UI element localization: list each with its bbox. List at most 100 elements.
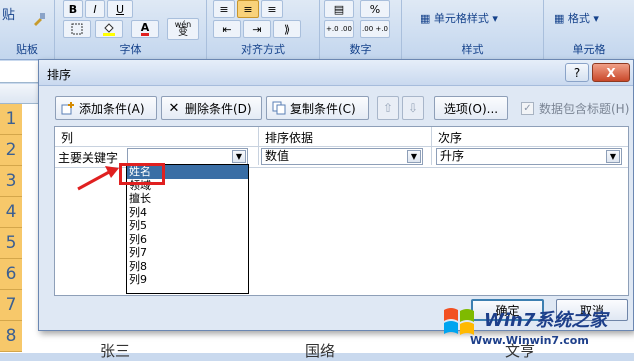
delete-x-icon: ✕ bbox=[168, 100, 180, 116]
add-condition-button[interactable]: 添加条件(A) bbox=[55, 96, 157, 120]
order-select[interactable]: 升序 ▼ bbox=[436, 148, 622, 165]
watermark-url: Www.Winwin7.com bbox=[470, 334, 589, 347]
format-brush-icon[interactable] bbox=[30, 10, 48, 28]
ribbon-group-cells: ▦ 格式 ▾ 单元格 bbox=[544, 0, 634, 60]
italic-button[interactable]: I bbox=[85, 0, 105, 18]
dialog-titlebar[interactable]: 排序 ? X bbox=[39, 60, 633, 86]
order-value: 升序 bbox=[440, 149, 465, 163]
move-up-button[interactable]: ⇧ bbox=[377, 96, 399, 120]
sort-on-select[interactable]: 数值 ▼ bbox=[261, 148, 423, 165]
decrease-decimal-label: .00 +.0 bbox=[362, 25, 388, 33]
chevron-down-icon[interactable]: ▼ bbox=[407, 150, 421, 163]
dropdown-item[interactable]: 列9 bbox=[127, 273, 248, 287]
cell-text[interactable]: 张三 bbox=[100, 340, 130, 361]
format-button[interactable]: ▦ 格式 ▾ bbox=[554, 10, 599, 26]
ribbon-group-clipboard: 贴 贴板 bbox=[0, 0, 55, 60]
cell-style-button[interactable]: ▦ 单元格样式 ▾ bbox=[420, 10, 498, 26]
row-number[interactable]: 6 bbox=[0, 259, 22, 290]
row-number[interactable]: 8 bbox=[0, 321, 22, 352]
header-checkbox-row[interactable]: ✓ 数据包含标题(H) bbox=[521, 100, 629, 117]
grid-divider bbox=[258, 127, 259, 165]
delete-condition-label: 删除条件(D) bbox=[185, 101, 252, 116]
ribbon-group-styles: ▦ 单元格样式 ▾ 样式 bbox=[402, 0, 544, 60]
phonetic-button[interactable]: wén 变 bbox=[167, 18, 199, 40]
row-number[interactable]: 1 bbox=[0, 104, 22, 135]
align-center-icon[interactable]: ≡ bbox=[237, 0, 259, 18]
currency-icon[interactable]: ▤ bbox=[324, 0, 354, 18]
dropdown-item[interactable]: 列8 bbox=[127, 260, 248, 274]
chevron-down-icon[interactable]: ▼ bbox=[232, 150, 246, 163]
add-condition-icon bbox=[60, 100, 76, 116]
cell-text[interactable]: 国络 bbox=[305, 340, 335, 361]
percent-button[interactable]: % bbox=[360, 0, 390, 18]
dropdown-item[interactable]: 列6 bbox=[127, 233, 248, 247]
dialog-title: 排序 bbox=[47, 68, 72, 82]
dropdown-item[interactable]: 列5 bbox=[127, 219, 248, 233]
delete-condition-button[interactable]: ✕ 删除条件(D) bbox=[161, 96, 262, 120]
options-label: 选项(O)... bbox=[443, 101, 499, 116]
decrease-indent-icon[interactable]: ⇤ bbox=[213, 20, 241, 38]
row-headers: 1 2 3 4 5 6 7 8 bbox=[0, 104, 22, 353]
increase-decimal-label: +.0 .00 bbox=[326, 25, 352, 33]
ribbon-group-label: 字体 bbox=[119, 43, 142, 56]
font-color-letter: A bbox=[140, 21, 150, 36]
fill-bucket-icon bbox=[103, 23, 115, 36]
grid-divider bbox=[431, 127, 432, 165]
align-left-icon[interactable]: ≡ bbox=[213, 0, 235, 18]
chevron-down-icon[interactable]: ▼ bbox=[606, 150, 620, 163]
order-header: 次序 bbox=[438, 131, 463, 145]
column-header: 列 bbox=[61, 131, 74, 145]
watermark: Win7系统之家 Www.Winwin7.com bbox=[440, 302, 634, 353]
up-arrow-icon: ⇧ bbox=[382, 101, 394, 115]
sort-on-header: 排序依据 bbox=[265, 131, 314, 145]
fill-color-button[interactable] bbox=[95, 20, 123, 38]
borders-icon bbox=[71, 23, 83, 35]
paste-label[interactable]: 贴 bbox=[2, 4, 15, 23]
row-number[interactable]: 7 bbox=[0, 290, 22, 321]
ribbon-group-label: 对齐方式 bbox=[241, 43, 285, 56]
options-button[interactable]: 选项(O)... bbox=[434, 96, 508, 120]
copy-condition-button[interactable]: 复制条件(C) bbox=[266, 96, 369, 120]
row-number[interactable]: 5 bbox=[0, 228, 22, 259]
header-checkbox[interactable]: ✓ bbox=[521, 102, 534, 115]
orientation-icon[interactable]: ⟫ bbox=[273, 20, 301, 38]
underline-button[interactable]: U bbox=[107, 0, 133, 18]
annotation-arrow-icon bbox=[77, 166, 119, 191]
dropdown-item[interactable]: 列4 bbox=[127, 206, 248, 220]
ribbon-group-label: 单元格 bbox=[572, 43, 606, 56]
down-arrow-icon: ⇩ bbox=[407, 101, 419, 115]
borders-button[interactable] bbox=[63, 20, 91, 38]
help-button[interactable]: ? bbox=[565, 63, 589, 82]
increase-decimal-button[interactable]: +.0 .00 bbox=[324, 20, 354, 38]
cell-style-icon: ▦ bbox=[420, 12, 434, 25]
excel-ribbon: 贴 贴板 B I U A wén 变 字体 ≡ ≡ ≡ ⇤ ⇥ ⟫ 对齐方式 ▤ bbox=[0, 0, 634, 60]
dropdown-item[interactable]: 擅长 bbox=[127, 192, 248, 206]
increase-indent-icon[interactable]: ⇥ bbox=[243, 20, 271, 38]
move-down-button[interactable]: ⇩ bbox=[402, 96, 424, 120]
watermark-brand: Win7系统之家 bbox=[484, 310, 608, 331]
grid-divider bbox=[55, 146, 628, 147]
ribbon-group-font: B I U A wén 变 字体 bbox=[55, 0, 207, 60]
bold-button[interactable]: B bbox=[63, 0, 83, 18]
row-number[interactable]: 4 bbox=[0, 197, 22, 228]
ribbon-group-number: ▤ % +.0 .00 .00 +.0 数字 bbox=[320, 0, 402, 60]
ribbon-group-label: 样式 bbox=[461, 43, 484, 56]
dropdown-item[interactable]: 列7 bbox=[127, 246, 248, 260]
decrease-decimal-button[interactable]: .00 +.0 bbox=[360, 20, 390, 38]
sort-on-value: 数值 bbox=[265, 149, 290, 163]
font-color-button[interactable]: A bbox=[131, 20, 159, 38]
ribbon-group-label: 贴板 bbox=[16, 43, 38, 56]
align-right-icon[interactable]: ≡ bbox=[261, 0, 283, 18]
cell-style-label: 单元格样式 bbox=[433, 12, 489, 25]
annotation-highlight-box bbox=[119, 163, 165, 185]
ribbon-group-alignment: ≡ ≡ ≡ ⇤ ⇥ ⟫ 对齐方式 bbox=[207, 0, 320, 60]
ribbon-group-label: 数字 bbox=[349, 43, 372, 56]
row-number[interactable]: 3 bbox=[0, 166, 22, 197]
row-number[interactable]: 2 bbox=[0, 135, 22, 166]
header-checkbox-label: 数据包含标题(H) bbox=[539, 102, 630, 116]
phonetic-bottom: 变 bbox=[178, 27, 188, 38]
format-label: 格式 bbox=[567, 12, 590, 25]
copy-condition-label: 复制条件(C) bbox=[290, 101, 356, 116]
add-condition-label: 添加条件(A) bbox=[79, 101, 145, 116]
close-button[interactable]: X bbox=[592, 63, 630, 82]
